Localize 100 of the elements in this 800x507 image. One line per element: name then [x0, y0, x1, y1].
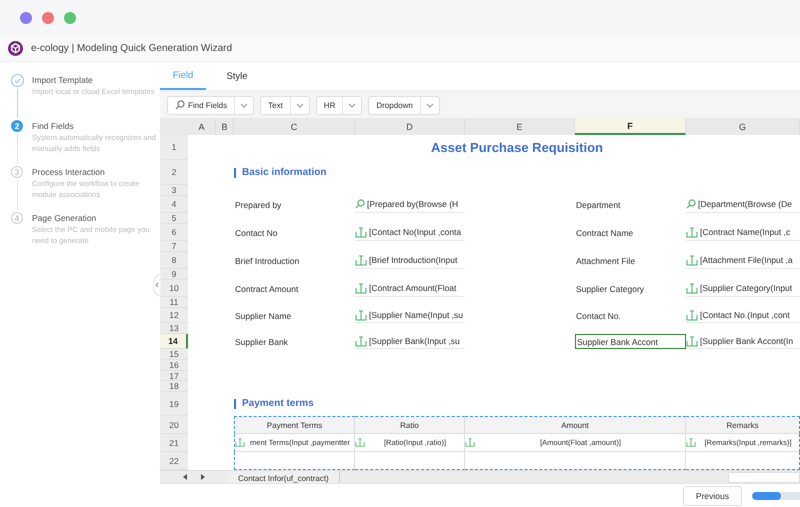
text-cursor-icon	[686, 437, 696, 448]
previous-button[interactable]: Previous	[682, 486, 742, 506]
sheet-tab[interactable]: Contact Infor(uf_contract)	[228, 471, 340, 483]
chevron-down-icon	[240, 102, 248, 108]
step-title[interactable]: Page Generation	[32, 212, 162, 224]
window-control[interactable]	[20, 12, 32, 24]
field-label[interactable]: Supplier Category	[575, 280, 686, 297]
field-label[interactable]: Contract Amount	[234, 280, 355, 297]
column-header[interactable]: A	[188, 118, 216, 135]
step-number: 4	[11, 212, 23, 224]
text-cursor-icon	[355, 310, 367, 320]
text-cursor-icon	[686, 254, 698, 266]
table-header-cell: Ratio	[355, 416, 465, 434]
field-placeholder[interactable]: [Attachment File(Input ,a	[686, 252, 800, 269]
row-header[interactable]: 17	[160, 371, 188, 381]
table-header-cell: Remarks	[686, 416, 800, 434]
dropdown-button[interactable]: Dropdown	[368, 96, 440, 114]
logo-icon	[8, 41, 23, 56]
field-label[interactable]: Prepared by	[234, 196, 355, 213]
text-cursor-icon	[355, 437, 365, 448]
row-header[interactable]: 19	[160, 392, 188, 416]
row-header[interactable]: 18	[160, 381, 188, 392]
field-label[interactable]: Supplier Bank	[234, 334, 355, 349]
row-header[interactable]: 9	[160, 269, 188, 280]
column-header[interactable]: G	[686, 118, 800, 135]
row-header[interactable]: 4	[160, 196, 188, 213]
text-cursor-icon	[686, 226, 698, 238]
previous-sheet-icon[interactable]	[183, 474, 187, 480]
row-header[interactable]: 2	[160, 160, 188, 185]
field-label[interactable]: Department	[575, 196, 686, 213]
column-header[interactable]: D	[355, 118, 465, 135]
section-heading: Basic information	[234, 168, 326, 178]
field-placeholder[interactable]: [Contact No(Input ,conta	[355, 224, 465, 241]
chevron-down-icon	[296, 102, 304, 108]
field-label[interactable]: Contact No.	[575, 308, 686, 323]
step-title[interactable]: Import Template	[32, 74, 162, 86]
step-number: 2	[11, 120, 23, 132]
column-header[interactable]: B	[216, 118, 234, 135]
row-header[interactable]: 10	[160, 280, 188, 297]
text-cursor-icon	[355, 282, 367, 294]
form-title: Asset Purchase Requisition	[430, 139, 604, 157]
search-icon	[686, 199, 696, 209]
field-placeholder[interactable]: [Supplier Category(Input	[686, 280, 800, 297]
text-cursor-icon	[686, 310, 698, 320]
chevron-down-icon	[426, 102, 434, 108]
step-number: 3	[11, 166, 23, 178]
field-placeholder[interactable]: [Supplier Bank(Input ,su	[355, 334, 465, 349]
text-cursor-icon	[355, 226, 367, 238]
dropdown-button[interactable]: Text	[260, 96, 310, 114]
step-title[interactable]: Process Interaction	[32, 166, 162, 178]
column-header[interactable]: C	[234, 118, 355, 135]
section-heading: Payment terms	[234, 399, 314, 409]
row-header[interactable]: 8	[160, 252, 188, 269]
collapse-handle-icon[interactable]	[153, 274, 161, 296]
row-header[interactable]: 1	[160, 135, 188, 160]
step-title[interactable]: Find Fields	[32, 120, 162, 132]
field-placeholder[interactable]: [Contact No.(Input ,cont	[686, 308, 800, 323]
row-header[interactable]: 14	[160, 334, 188, 349]
dropdown-button[interactable]: HR	[316, 96, 362, 114]
search-icon	[355, 199, 365, 209]
scrollbar[interactable]	[728, 472, 800, 482]
text-cursor-icon	[686, 282, 698, 294]
row-header[interactable]: 11	[160, 297, 188, 308]
field-placeholder[interactable]: [Contract Amount(Float	[355, 280, 465, 297]
field-label[interactable]: Contact No	[234, 224, 355, 241]
field-label[interactable]: Supplier Bank Accont	[575, 334, 686, 349]
field-placeholder[interactable]: [Prepared by(Browse (H	[355, 196, 465, 213]
field-placeholder[interactable]: [Contract Name(Input ,c	[686, 224, 800, 241]
window-control[interactable]	[64, 12, 76, 24]
row-header[interactable]: 3	[160, 185, 188, 196]
field-placeholder[interactable]: [Department(Browse (De	[686, 196, 800, 213]
row-header[interactable]: 7	[160, 241, 188, 252]
field-label[interactable]: Attachment File	[575, 252, 686, 269]
field-label[interactable]: Brief Introduction	[234, 252, 355, 269]
row-header[interactable]: 5	[160, 213, 188, 224]
check-icon	[10, 74, 24, 87]
row-header[interactable]: 6	[160, 224, 188, 241]
row-header[interactable]: 16	[160, 360, 188, 371]
row-header[interactable]: 13	[160, 323, 188, 334]
row-header[interactable]: 22	[160, 452, 188, 470]
field-label[interactable]: Contract Name	[575, 224, 686, 241]
text-cursor-icon	[355, 336, 367, 346]
column-header[interactable]: E	[465, 118, 575, 135]
row-header[interactable]: 21	[160, 434, 188, 452]
field-placeholder[interactable]: [Supplier Name(Input ,su	[355, 308, 465, 323]
row-header[interactable]: 15	[160, 349, 188, 360]
row-header[interactable]: 20	[160, 416, 188, 434]
field-placeholder[interactable]: [Supplier Bank Accont(In	[686, 334, 800, 349]
tab[interactable]: Style	[214, 62, 260, 90]
row-header[interactable]: 12	[160, 308, 188, 323]
window-control[interactable]	[42, 12, 54, 24]
text-cursor-icon	[235, 437, 245, 448]
field-label[interactable]: Supplier Name	[234, 308, 355, 323]
text-cursor-icon	[686, 336, 698, 346]
next-sheet-icon[interactable]	[201, 474, 205, 480]
field-placeholder[interactable]: [Brief Introduction(Input	[355, 252, 465, 269]
chevron-down-icon	[348, 102, 356, 108]
column-header[interactable]: F	[575, 118, 686, 135]
table-header-cell: Payment Terms	[234, 416, 355, 434]
dropdown-button[interactable]: Find Fields	[167, 96, 254, 114]
